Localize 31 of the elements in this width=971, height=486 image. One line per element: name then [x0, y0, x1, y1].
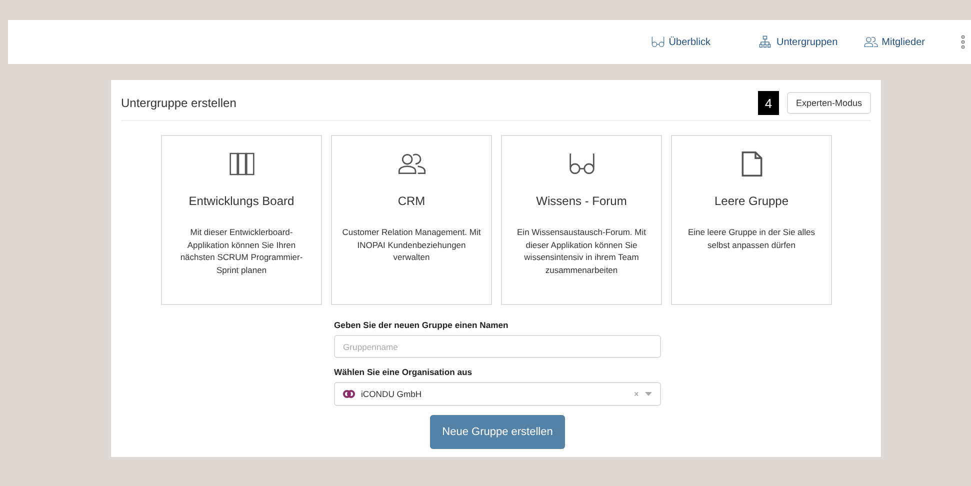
template-card[interactable]: Entwicklungs Board Mit dieser Entwicklerboard-Applikation können Sie Ihren nächsten SCRUM Programmier-Sprint planen — [161, 135, 322, 305]
card-title: Wissens - Forum — [536, 194, 627, 208]
card-description: Mit dieser Entwicklerboard-Applikation können Sie Ihren nächsten SCRUM Programmier-Sprint planen — [179, 226, 304, 276]
template-card[interactable]: CRM Customer Relation Management. Mit INOPAI Kundenbeziehungen verwalten — [331, 135, 492, 305]
people-icon — [864, 35, 878, 49]
expert-mode-button[interactable]: Experten-Modus — [786, 92, 871, 114]
nav-link[interactable]: Überblick — [650, 35, 710, 49]
template-card[interactable]: Wissens - Forum Ein Wissensaustausch-Forum. Mit dieser Applikation können Sie wissensintensiv in ihrem Team zusammenarbeiten — [501, 135, 662, 305]
card-description: Customer Relation Management. Mit INOPAI Kundenbeziehungen verwalten — [342, 226, 481, 264]
columns-icon — [228, 150, 256, 178]
field-label: Geben Sie der neuen Gruppe einen Namen — [334, 320, 510, 330]
glasses-icon — [650, 35, 665, 49]
dropdown-caret-icon[interactable] — [645, 392, 652, 396]
nav-link[interactable]: Untergruppen — [758, 35, 838, 49]
organization-logo-icon — [343, 390, 355, 398]
group-name-field[interactable]: Gruppenname — [334, 335, 661, 358]
template-card[interactable]: Leere Gruppe Eine leere Gruppe in der Sie alles selbst anpassen dürfen — [671, 135, 832, 305]
more-icon[interactable] — [961, 35, 965, 49]
create-group-button[interactable]: Neue Gruppe erstellen — [430, 415, 565, 449]
field-label: Wählen Sie eine Organisation aus — [334, 367, 474, 377]
card-description: Eine leere Gruppe in der Sie alles selbst anpassen dürfen — [686, 226, 816, 251]
card-title: CRM — [398, 194, 426, 208]
card-title: Leere Gruppe — [714, 194, 789, 208]
number-badge: 4 — [758, 91, 779, 115]
organization-value: iCONDU GmbH — [361, 389, 423, 399]
nav-link[interactable]: Mitglieder — [864, 35, 925, 49]
hierarchy-icon — [758, 35, 772, 49]
card-description: Ein Wissensaustausch-Forum. Mit dieser Applikation können Sie wissensintensiv in ihrem Team zusammenarbeiten — [516, 226, 647, 276]
organization-select[interactable]: iCONDU GmbH × — [334, 382, 661, 406]
card-title: Entwicklungs Board — [188, 194, 294, 208]
panel-title: Untergruppe erstellen — [121, 96, 238, 110]
